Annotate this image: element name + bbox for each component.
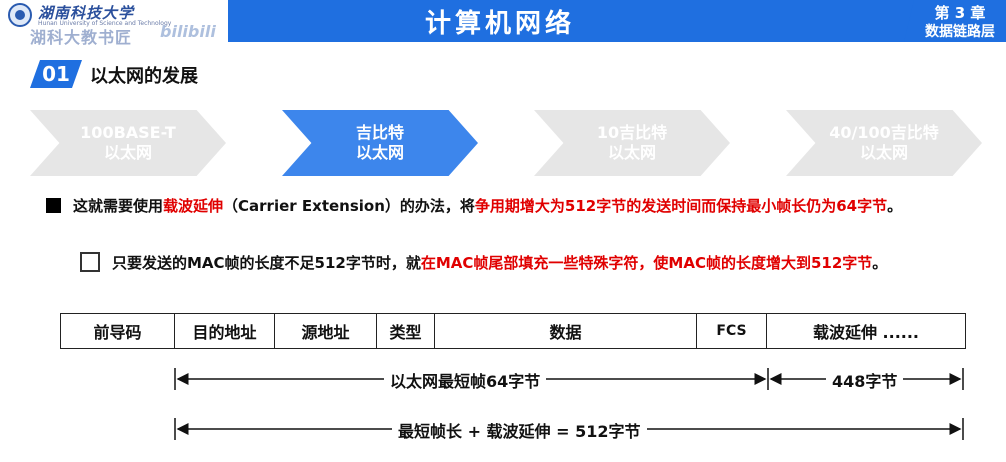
label-min-frame: 以太网最短帧64字节 [384, 368, 547, 392]
length-arrows [174, 368, 964, 440]
label-total: 最短帧长 + 载波延伸 = 512字节 [392, 418, 647, 442]
label-extension: 448字节 [826, 368, 904, 392]
